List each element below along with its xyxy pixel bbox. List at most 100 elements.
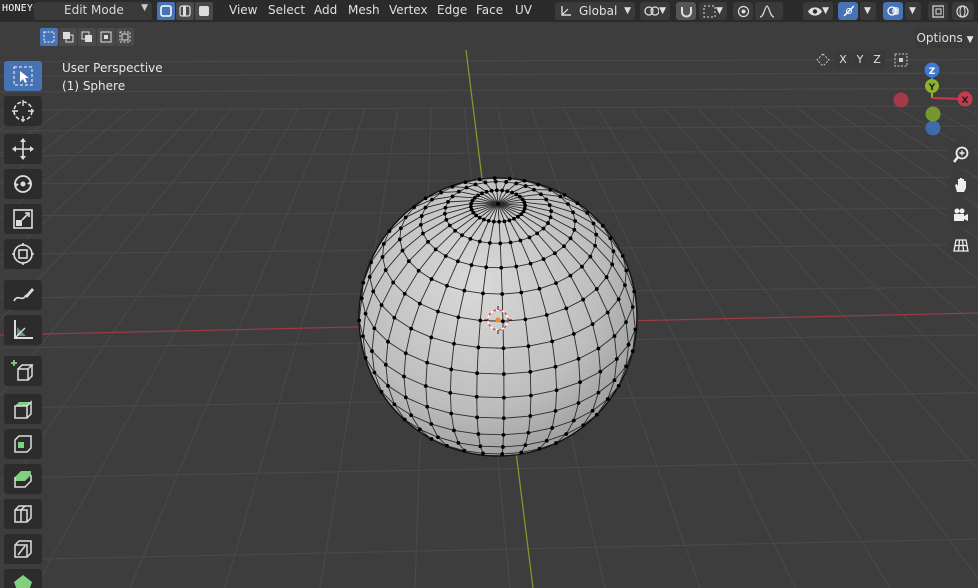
mesh-vertex[interactable]	[501, 372, 506, 376]
mesh-vertex[interactable]	[462, 288, 467, 293]
mesh-vertex[interactable]	[456, 315, 461, 320]
mesh-vertex[interactable]	[620, 254, 625, 258]
mesh-vertex[interactable]	[519, 212, 524, 217]
scale-tool[interactable]	[4, 204, 42, 234]
mesh-vertex[interactable]	[391, 280, 396, 285]
mesh-vertex[interactable]	[624, 268, 629, 273]
mesh-vertex[interactable]	[460, 233, 464, 238]
mesh-vertex[interactable]	[550, 426, 555, 430]
mesh-vertex[interactable]	[383, 268, 388, 272]
mesh-vertex[interactable]	[478, 318, 483, 323]
mesh-vertex[interactable]	[594, 232, 599, 237]
pan-button[interactable]	[947, 171, 975, 199]
mesh-vertex[interactable]	[386, 383, 390, 388]
bevel-tool[interactable]	[4, 464, 42, 494]
mesh-vertex[interactable]	[502, 219, 507, 224]
mesh-vertex[interactable]	[614, 357, 619, 361]
mesh-vertex[interactable]	[419, 214, 424, 218]
mesh-vertex[interactable]	[452, 341, 456, 346]
mesh-vertex[interactable]	[429, 422, 434, 426]
mesh-vertex[interactable]	[612, 334, 617, 338]
mesh-vertex[interactable]	[402, 291, 407, 296]
menu-uv[interactable]: UV	[515, 3, 532, 17]
mesh-vertex[interactable]	[581, 423, 586, 428]
mesh-vertex[interactable]	[550, 339, 555, 344]
gizmo-neg-y[interactable]	[925, 106, 941, 122]
mesh-vertex[interactable]	[571, 418, 576, 423]
select-invert-button[interactable]	[97, 28, 115, 46]
mesh-vertex[interactable]	[484, 265, 489, 270]
mesh-vertex[interactable]	[593, 243, 598, 248]
mesh-vertex[interactable]	[632, 289, 637, 294]
mesh-vertex[interactable]	[501, 346, 506, 351]
mesh-vertex[interactable]	[429, 437, 434, 441]
mesh-vertex[interactable]	[372, 326, 377, 331]
mesh-vertex[interactable]	[571, 210, 575, 215]
mesh-vertex[interactable]	[484, 189, 489, 194]
mesh-vertex[interactable]	[528, 261, 533, 266]
mesh-vertex[interactable]	[580, 264, 584, 269]
mesh-vertex[interactable]	[507, 218, 512, 223]
mesh-vertex[interactable]	[456, 441, 461, 445]
mesh-vertex[interactable]	[535, 231, 540, 236]
overlays-toggle[interactable]	[883, 2, 903, 20]
mesh-vertex[interactable]	[491, 219, 496, 224]
mesh-vertex[interactable]	[541, 226, 546, 231]
mesh-vertex[interactable]	[462, 448, 467, 453]
mesh-vertex[interactable]	[433, 247, 438, 252]
mesh-vertex[interactable]	[518, 238, 523, 243]
mesh-vertex[interactable]	[363, 355, 368, 360]
mesh-vertex[interactable]	[537, 446, 542, 451]
edge-select-button[interactable]	[176, 2, 194, 20]
mesh-vertex[interactable]	[610, 262, 615, 267]
mesh-vertex[interactable]	[498, 241, 503, 246]
mesh-vertex[interactable]	[500, 452, 505, 456]
mesh-vertex[interactable]	[499, 265, 504, 270]
menu-vertex[interactable]: Vertex	[389, 3, 428, 17]
mesh-vertex[interactable]	[476, 345, 481, 350]
mesh-vertex[interactable]	[536, 182, 541, 187]
mesh-vertex[interactable]	[501, 319, 505, 324]
mesh-vertex[interactable]	[493, 179, 498, 184]
mesh-vertex[interactable]	[409, 413, 414, 418]
mesh-vertex[interactable]	[507, 176, 512, 181]
vertex-select-button[interactable]	[157, 2, 175, 20]
face-select-button[interactable]	[195, 2, 213, 20]
mesh-vertex[interactable]	[496, 201, 500, 206]
mesh-vertex[interactable]	[477, 177, 482, 182]
mesh-vertex[interactable]	[546, 221, 550, 225]
mesh-vertex[interactable]	[416, 268, 421, 273]
mesh-vertex[interactable]	[544, 197, 549, 202]
mesh-vertex[interactable]	[477, 239, 482, 244]
snap-toggle[interactable]	[676, 2, 696, 20]
mesh-vertex[interactable]	[357, 318, 362, 323]
mesh-vertex[interactable]	[544, 438, 549, 443]
mesh-vertex[interactable]	[532, 187, 536, 192]
mesh-vertex[interactable]	[494, 188, 499, 193]
mesh-vertex[interactable]	[568, 273, 573, 278]
mesh-vertex[interactable]	[361, 334, 365, 339]
mesh-vertex[interactable]	[379, 389, 384, 394]
mesh-vertex[interactable]	[371, 289, 376, 294]
transform-orientation-dropdown[interactable]: Global ▼	[555, 2, 635, 20]
gizmo-neg-z[interactable]	[925, 120, 941, 136]
mirror-y-toggle[interactable]: Y	[852, 51, 868, 69]
camera-view-button[interactable]	[947, 201, 975, 229]
mesh-vertex[interactable]	[523, 184, 528, 188]
mesh-vertex[interactable]	[444, 217, 449, 222]
mesh-vertex[interactable]	[544, 313, 549, 317]
mesh-vertex[interactable]	[406, 259, 411, 263]
mesh-vertex[interactable]	[514, 264, 519, 269]
mesh-vertex[interactable]	[626, 342, 631, 347]
mesh-vertex[interactable]	[449, 411, 454, 416]
mesh-vertex[interactable]	[501, 445, 505, 449]
mesh-vertex[interactable]	[552, 251, 557, 256]
snap-settings-dropdown[interactable]: ▼	[699, 2, 727, 20]
mesh-vertex[interactable]	[447, 223, 452, 228]
select-new-button[interactable]	[40, 28, 58, 46]
mesh-vertex[interactable]	[383, 362, 388, 367]
mesh-vertex[interactable]	[594, 412, 599, 417]
select-subtract-button[interactable]	[78, 28, 96, 46]
mesh-vertex[interactable]	[472, 195, 477, 200]
mesh-vertex[interactable]	[623, 283, 627, 288]
